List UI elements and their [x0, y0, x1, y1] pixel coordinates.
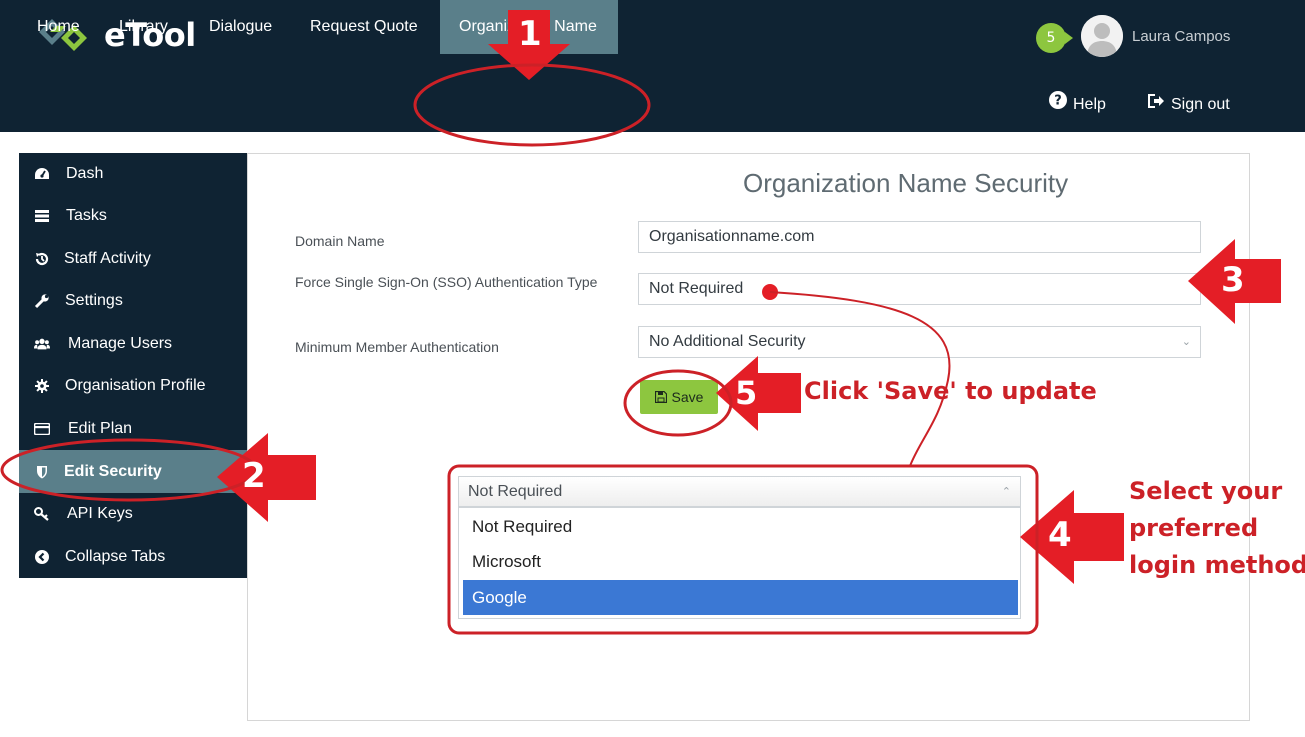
user-name[interactable]: Laura Campos	[1132, 28, 1230, 45]
dropdown-option-microsoft[interactable]: Microsoft	[463, 544, 1018, 579]
save-button-label: Save	[671, 389, 704, 405]
chevron-left-circle-icon	[34, 549, 50, 565]
sidebar-item-staff-activity[interactable]: Staff Activity	[19, 238, 247, 280]
sso-select[interactable]: Not Required	[638, 273, 1201, 305]
sidebar-item-label: Edit Security	[64, 462, 162, 480]
svg-text:?: ?	[1054, 94, 1062, 109]
history-icon	[34, 251, 50, 267]
notification-badge[interactable]: 5	[1036, 23, 1073, 53]
domain-name-input[interactable]: Organisationname.com	[638, 221, 1201, 253]
dashboard-icon	[34, 166, 50, 182]
tasks-icon	[34, 208, 50, 224]
sidebar-item-dash[interactable]: Dash	[19, 153, 247, 195]
nav-library[interactable]: Library	[119, 0, 168, 54]
wrench-icon	[34, 293, 50, 309]
step4-number: 4	[1048, 515, 1072, 555]
min-auth-label: Minimum Member Authentication	[295, 339, 499, 355]
step1-number: 1	[518, 14, 542, 54]
top-header: eTool 5 Laura Campos Home Library Dialog…	[0, 0, 1305, 132]
login-hint-line3: login method	[1129, 551, 1305, 579]
users-icon	[34, 336, 50, 352]
nav-request-quote[interactable]: Request Quote	[310, 0, 418, 54]
sso-dropdown-list: Not Required Microsoft Google	[458, 507, 1021, 619]
help-link[interactable]: ? Help	[1049, 78, 1106, 132]
step3-number: 3	[1221, 260, 1245, 300]
sso-dropdown-select[interactable]: Not Required ⌃	[458, 476, 1021, 507]
login-hint-line2: preferred	[1129, 514, 1259, 542]
sidebar-item-edit-security[interactable]: Edit Security	[19, 450, 247, 493]
chevron-up-icon: ⌃	[1001, 486, 1011, 498]
screenshot-root: eTool 5 Laura Campos Home Library Dialog…	[0, 0, 1305, 737]
step2-number: 2	[242, 456, 266, 496]
gear-icon	[34, 378, 50, 394]
sidebar-item-label: Tasks	[66, 207, 107, 224]
domain-name-label: Domain Name	[295, 233, 385, 249]
shield-icon	[34, 464, 50, 480]
sso-dropdown-current: Not Required	[468, 483, 563, 500]
sidebar-item-tasks[interactable]: Tasks	[19, 195, 247, 237]
help-label: Help	[1073, 96, 1106, 113]
sidebar-item-label: Dash	[66, 165, 104, 182]
nav-dialogue[interactable]: Dialogue	[209, 0, 272, 54]
dropdown-option-google[interactable]: Google	[463, 580, 1018, 615]
user-avatar[interactable]	[1081, 15, 1123, 57]
sidebar-item-settings[interactable]: Settings	[19, 280, 247, 322]
sidebar-item-label: Edit Plan	[68, 420, 133, 437]
sidebar-item-manage-users[interactable]: Manage Users	[19, 323, 247, 365]
sidebar-item-label: Collapse Tabs	[65, 548, 166, 565]
sign-out-label: Sign out	[1171, 96, 1230, 113]
sidebar-item-label: Manage Users	[68, 335, 173, 352]
min-auth-select-value: No Additional Security	[649, 333, 806, 350]
sidebar-item-edit-plan[interactable]: Edit Plan	[19, 408, 247, 450]
sidebar-item-api-keys[interactable]: API Keys	[19, 493, 247, 535]
login-hint-line1: Select your	[1129, 477, 1283, 505]
sidebar-item-label: Settings	[65, 292, 123, 309]
user-avatar-icon	[1081, 15, 1123, 57]
question-circle-icon: ?	[1049, 78, 1067, 132]
save-hint-text: Click 'Save' to update	[804, 377, 1097, 405]
sidebar-item-collapse-tabs[interactable]: Collapse Tabs	[19, 536, 247, 578]
sidebar-item-label: API Keys	[67, 505, 133, 522]
sso-label: Force Single Sign-On (SSO) Authenticatio…	[295, 274, 598, 290]
chevron-down-icon: ⌄	[1181, 336, 1191, 348]
min-auth-select[interactable]: No Additional Security ⌄	[638, 326, 1201, 358]
sidebar-item-label: Organisation Profile	[65, 377, 206, 394]
key-icon	[34, 506, 50, 522]
sidebar: Dash Tasks Staff Activity Settings Manag…	[19, 153, 247, 578]
step5-number: 5	[735, 374, 758, 412]
sign-out-icon	[1147, 78, 1165, 132]
nav-home[interactable]: Home	[37, 0, 80, 54]
page-title: Organization Name Security	[743, 168, 1069, 198]
sidebar-item-label: Staff Activity	[64, 250, 151, 267]
floppy-disk-icon	[654, 391, 667, 403]
dropdown-option-not-required[interactable]: Not Required	[463, 509, 1018, 544]
credit-card-icon	[34, 421, 50, 437]
sso-select-value: Not Required	[649, 280, 744, 297]
save-button[interactable]: Save	[640, 380, 718, 414]
sign-out-link[interactable]: Sign out	[1147, 78, 1230, 132]
sidebar-item-organisation-profile[interactable]: Organisation Profile	[19, 365, 247, 407]
